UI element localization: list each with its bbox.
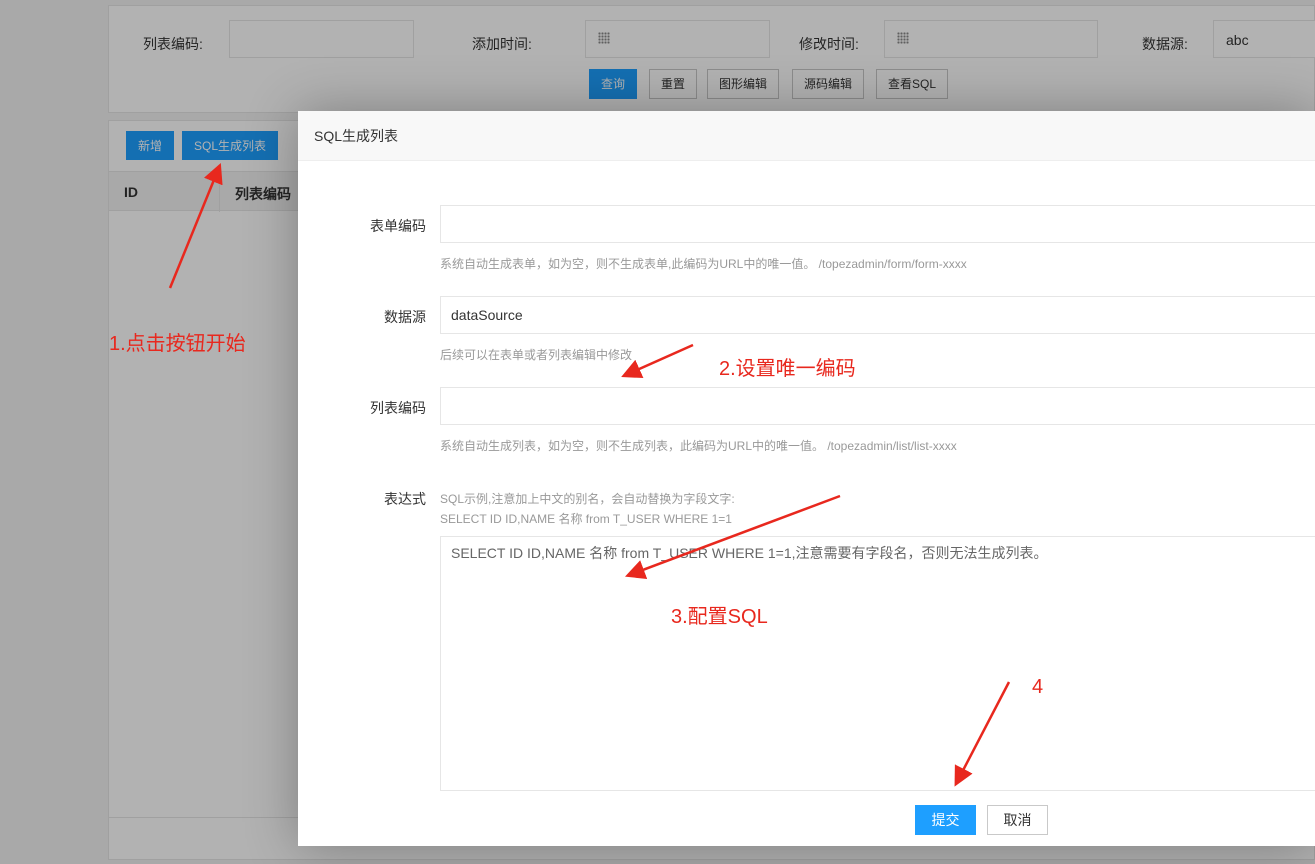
form-code-label: 表单编码 [370,218,426,234]
datasource-field-input[interactable]: dataSource [440,296,1315,334]
sql-generate-list-dialog: SQL生成列表 表单编码 系统自动生成表单，如为空，则不生成表单,此编码为URL… [298,111,1315,846]
annotation-step3: 3.配置SQL [671,606,768,628]
form-code-hint: 系统自动生成表单，如为空，则不生成表单,此编码为URL中的唯一值。 /topez… [440,257,967,271]
expression-label: 表达式 [384,491,426,507]
datasource-field-hint: 后续可以在表单或者列表编辑中修改 [440,348,633,362]
form-code-input[interactable] [440,205,1315,243]
expression-textarea[interactable]: SELECT ID ID,NAME 名称 from T_USER WHERE 1… [440,536,1315,791]
list-code-field-input[interactable] [440,387,1315,425]
annotation-step2: 2.设置唯一编码 [719,358,856,380]
dialog-title: SQL生成列表 [298,111,1315,161]
list-code-field-label: 列表编码 [370,400,426,416]
cancel-button[interactable]: 取消 [987,805,1048,835]
annotation-step1: 1.点击按钮开始 [109,333,246,355]
expression-hint-line1: SQL示例,注意加上中文的别名，会自动替换为字段文字: [440,492,735,506]
expression-hint-line2: SELECT ID ID,NAME 名称 from T_USER WHERE 1… [440,512,732,526]
list-code-field-hint: 系统自动生成列表，如为空，则不生成列表，此编码为URL中的唯一值。 /topez… [440,439,957,453]
datasource-field-label: 数据源 [384,309,426,325]
submit-button[interactable]: 提交 [915,805,976,835]
annotation-step4: 4 [1032,676,1044,698]
